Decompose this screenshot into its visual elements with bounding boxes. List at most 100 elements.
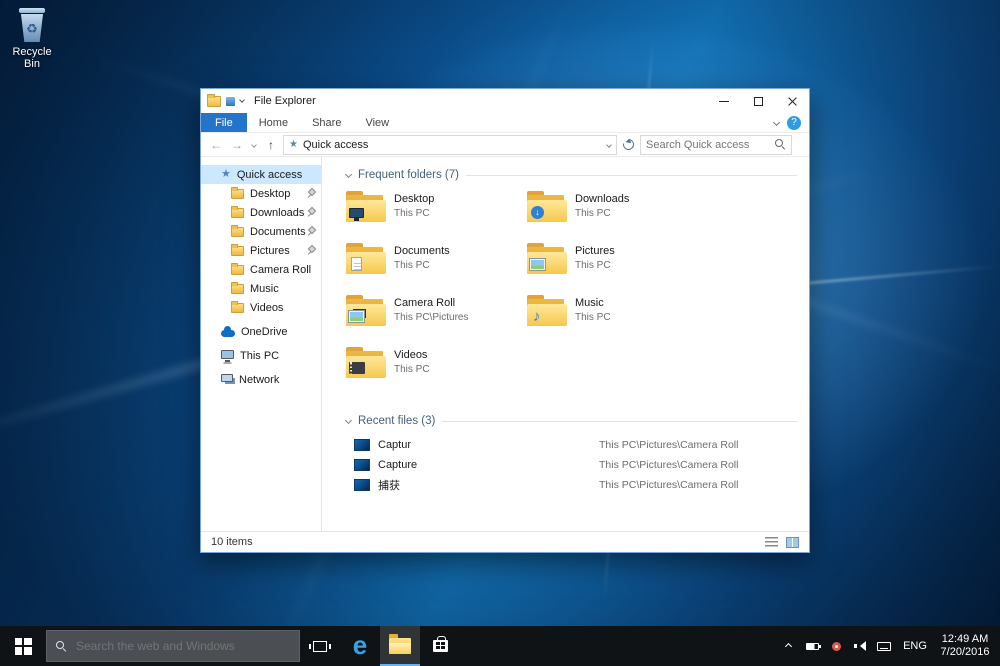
details-view-button[interactable] <box>765 537 778 548</box>
back-button[interactable]: ← <box>207 136 225 154</box>
close-button[interactable] <box>775 89 809 113</box>
documents-folder-icon <box>346 243 386 274</box>
tab-home[interactable]: Home <box>247 113 300 132</box>
tab-view[interactable]: View <box>353 113 401 132</box>
recycle-bin-label: Recycle Bin <box>6 46 58 70</box>
folder-tile-downloads[interactable]: ↓ DownloadsThis PC <box>527 191 708 243</box>
volume-button[interactable] <box>848 626 872 666</box>
folder-name: Documents <box>394 245 450 257</box>
store-button[interactable] <box>420 626 460 666</box>
expand-ribbon-chevron-icon[interactable] <box>773 119 780 126</box>
search-input[interactable] <box>646 139 771 151</box>
folder-tile-music[interactable]: ♪ MusicThis PC <box>527 295 708 347</box>
group-header-label: Frequent folders (7) <box>358 169 459 181</box>
tab-file[interactable]: File <box>201 113 247 132</box>
battery-button[interactable] <box>800 626 824 666</box>
edge-button[interactable]: e <box>340 626 380 666</box>
frequent-folders-header[interactable]: Frequent folders (7) <box>346 167 797 183</box>
sidebar-item-documents[interactable]: Documents <box>201 222 321 241</box>
help-button[interactable]: ? <box>787 116 801 130</box>
tray-app-button[interactable] <box>824 626 848 666</box>
folder-icon <box>231 265 244 275</box>
search-box[interactable] <box>640 135 792 155</box>
start-button[interactable] <box>0 626 46 666</box>
qat-customize-chevron-icon[interactable] <box>239 97 245 103</box>
system-tray: ENG 12:49 AM 7/20/2016 <box>776 626 1000 666</box>
ribbon-tabs: File Home Share View ? <box>201 113 809 133</box>
close-icon <box>787 96 798 107</box>
sidebar-item-network[interactable]: Network <box>201 370 321 389</box>
breadcrumb-location[interactable]: Quick access <box>303 139 368 151</box>
sidebar-item-quick-access[interactable]: ★ Quick access <box>201 165 321 184</box>
task-view-button[interactable] <box>300 626 340 666</box>
collapse-chevron-icon[interactable] <box>345 416 352 423</box>
sidebar-item-music[interactable]: Music <box>201 279 321 298</box>
thumbnail-view-button[interactable] <box>786 537 799 548</box>
sidebar-item-label: This PC <box>240 350 279 362</box>
forward-button[interactable]: → <box>228 136 246 154</box>
group-header-label: Recent files (3) <box>358 415 435 427</box>
sidebar-item-camera-roll[interactable]: Camera Roll <box>201 260 321 279</box>
address-dropdown-chevron-icon[interactable] <box>606 142 612 148</box>
tray-app-icon <box>832 642 841 651</box>
search-icon <box>56 641 67 652</box>
folder-tile-videos[interactable]: VideosThis PC <box>346 347 527 399</box>
folder-tile-camera-roll[interactable]: Camera RollThis PC\Pictures <box>346 295 527 347</box>
recycle-bin[interactable]: ♻ Recycle Bin <box>6 8 58 70</box>
sidebar-item-downloads[interactable]: Downloads <box>201 203 321 222</box>
sidebar-item-videos[interactable]: Videos <box>201 298 321 317</box>
folder-icon <box>231 284 244 294</box>
taskbar-search-box[interactable] <box>46 630 300 662</box>
recent-file-row[interactable]: 捕获 This PC\Pictures\Camera Roll <box>346 475 797 495</box>
item-count: 10 items <box>211 536 253 548</box>
address-bar[interactable]: ★ Quick access <box>283 135 617 155</box>
content-pane: Frequent folders (7) DesktopThis PC ↓ Do… <box>322 157 809 531</box>
pin-icon <box>306 208 315 217</box>
language-indicator[interactable]: ENG <box>896 640 934 652</box>
navigation-pane: ★ Quick access Desktop Downloads Documen… <box>201 157 322 531</box>
taskbar-clock[interactable]: 12:49 AM 7/20/2016 <box>934 633 1000 659</box>
sidebar-item-label: Quick access <box>237 169 302 181</box>
minimize-button[interactable] <box>707 89 741 113</box>
folder-icon <box>231 227 244 237</box>
folder-tile-pictures[interactable]: PicturesThis PC <box>527 243 708 295</box>
sidebar-item-label: Network <box>239 374 279 386</box>
refresh-button[interactable] <box>621 137 636 152</box>
clock-date: 7/20/2016 <box>934 646 996 659</box>
computer-icon <box>221 350 234 359</box>
sidebar-item-label: OneDrive <box>241 326 287 338</box>
touch-keyboard-button[interactable] <box>872 626 896 666</box>
recent-file-row[interactable]: Captur This PC\Pictures\Camera Roll <box>346 435 797 455</box>
pin-icon <box>306 189 315 198</box>
titlebar[interactable]: File Explorer <box>201 89 809 113</box>
view-toggle-buttons <box>765 537 799 548</box>
downloads-folder-icon: ↓ <box>527 191 567 222</box>
folder-icon <box>231 189 244 199</box>
folder-tile-desktop[interactable]: DesktopThis PC <box>346 191 527 243</box>
taskbar-search-input[interactable] <box>76 639 290 653</box>
qat-properties-icon[interactable] <box>226 97 235 106</box>
screenshot-thumbnail-icon <box>354 459 370 471</box>
recycle-bin-body: ♻ <box>20 14 44 42</box>
folder-icon <box>231 208 244 218</box>
maximize-button[interactable] <box>741 89 775 113</box>
sidebar-item-desktop[interactable]: Desktop <box>201 184 321 203</box>
tab-share[interactable]: Share <box>300 113 353 132</box>
collapse-chevron-icon[interactable] <box>345 170 352 177</box>
file-explorer-taskbar-button[interactable] <box>380 626 420 666</box>
sidebar-item-onedrive[interactable]: OneDrive <box>201 322 321 341</box>
recent-locations-chevron[interactable] <box>249 136 259 154</box>
sidebar-item-pictures[interactable]: Pictures <box>201 241 321 260</box>
status-bar: 10 items <box>201 531 809 552</box>
maximize-icon <box>754 97 763 106</box>
taskbar: e ENG 12:49 AM 7/20/2016 <box>0 626 1000 666</box>
recent-files-header[interactable]: Recent files (3) <box>346 413 797 429</box>
sidebar-item-this-pc[interactable]: This PC <box>201 346 321 365</box>
hidden-icons-button[interactable] <box>776 626 800 666</box>
folder-name: Downloads <box>575 193 629 205</box>
chevron-up-icon <box>784 642 791 649</box>
file-explorer-icon[interactable] <box>207 96 221 107</box>
up-button[interactable]: ↑ <box>262 136 280 154</box>
folder-tile-documents[interactable]: DocumentsThis PC <box>346 243 527 295</box>
recent-file-row[interactable]: Capture This PC\Pictures\Camera Roll <box>346 455 797 475</box>
